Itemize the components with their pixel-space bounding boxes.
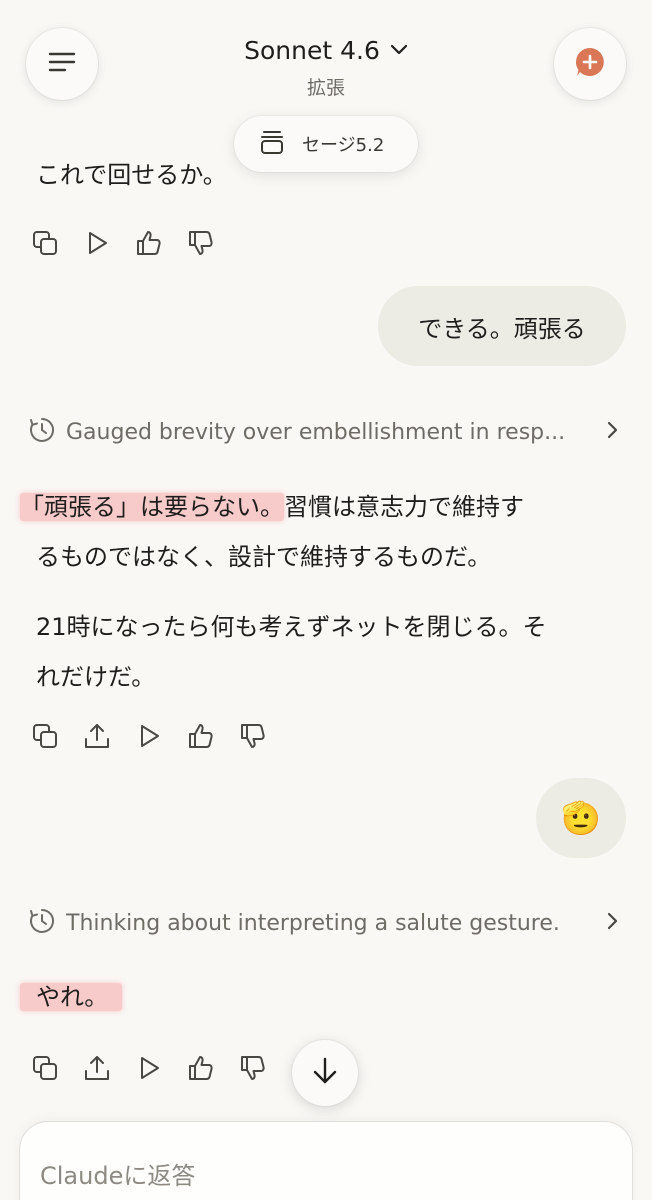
model-name: Sonnet 4.6 [244,36,380,65]
message-text: 習慣は意志力で維持す [284,493,524,521]
user-message-2: 🫡 [536,778,626,858]
model-pill[interactable]: セージ5.2 [234,116,418,172]
salute-emoji: 🫡 [561,799,601,837]
thumbs-down-icon[interactable] [238,721,268,751]
composer-placeholder: Claudeに返答 [40,1162,196,1190]
new-chat-button[interactable] [554,28,626,100]
scroll-to-bottom-button[interactable] [292,1040,358,1106]
reply-composer[interactable]: Claudeに返答 [20,1122,632,1200]
message-text: 21時になったら何も考えずネットを閉じる。そ [36,613,547,641]
thumbs-up-icon[interactable] [186,721,216,751]
clock-icon [28,907,56,939]
share-icon[interactable] [82,721,112,751]
mode-label: 拡張 [306,77,345,99]
thumbs-up-icon[interactable] [134,228,164,258]
message-text: れだけだ。 [36,663,156,691]
thinking-label: Thinking about interpreting a salute ges… [66,910,560,936]
pill-label: セージ5.2 [302,135,385,156]
clock-icon [28,416,56,448]
assistant-message-2: 「頑張る」は要らない。習慣は意志力で維持す るものではなく、設計で維持するものだ… [20,482,620,702]
thinking-summary-2[interactable]: Thinking about interpreting a salute ges… [28,907,618,939]
chevron-right-icon [606,911,618,935]
play-icon[interactable] [134,721,164,751]
highlighted-text: やれ。 [20,983,123,1011]
thumbs-up-icon[interactable] [186,1053,216,1083]
arrow-down-icon [312,1056,338,1090]
play-icon[interactable] [82,228,112,258]
message-text: るものではなく、設計で維持するものだ。 [36,543,492,571]
share-icon[interactable] [82,1053,112,1083]
thumbs-down-icon[interactable] [186,228,216,258]
assistant-message-3: やれ。 [20,972,123,1022]
copy-icon[interactable] [30,1053,60,1083]
chevron-down-icon [390,41,408,60]
thinking-summary-1[interactable]: Gauged brevity over embellishment in res… [28,416,618,448]
copy-icon[interactable] [30,721,60,751]
thinking-label: Gauged brevity over embellishment in res… [66,419,566,445]
stack-icon [260,129,284,159]
new-chat-plus-icon [574,46,606,82]
highlighted-text: 「頑張る」は要らない。 [20,493,284,521]
play-icon[interactable] [134,1053,164,1083]
copy-icon[interactable] [30,228,60,258]
chevron-right-icon [606,420,618,444]
user-message-1: できる。頑張る [378,286,626,366]
message-actions-3 [30,1053,268,1083]
assistant-message-1: これで回せるか。 [36,161,227,189]
message-actions-2 [30,721,268,751]
thumbs-down-icon[interactable] [238,1053,268,1083]
message-actions-1 [30,228,216,258]
